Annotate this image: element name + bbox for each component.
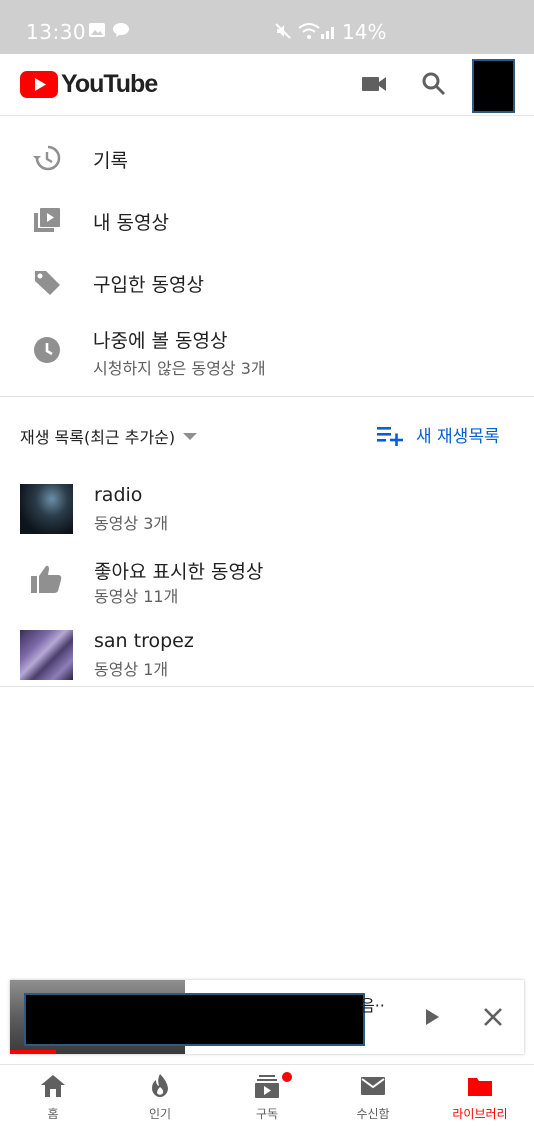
playlist-item-san-tropez[interactable]: san tropez 동영상 1개 [0,626,534,686]
playlist-thumbnail [20,630,73,680]
account-avatar[interactable] [472,59,515,113]
tab-subscriptions[interactable]: 구독 [214,1065,320,1126]
section-divider [0,396,534,397]
playlist-count: 동영상 1개 [94,660,169,679]
library-icon [468,1078,492,1096]
wifi-icon [298,23,320,39]
tab-trending[interactable]: 인기 [107,1065,213,1126]
my-videos-icon [34,208,60,232]
mute-icon [275,23,291,39]
signal-icon [321,27,334,39]
menu-item-history[interactable]: 기록 [0,128,534,190]
history-icon [33,145,61,171]
playlist-title: radio [94,484,143,506]
gallery-icon [89,23,105,37]
chat-icon [113,23,129,37]
tab-label: 홈 [47,1107,59,1121]
play-icon[interactable] [418,1004,444,1030]
miniplayer[interactable]: 음·· [10,980,524,1054]
miniplayer-title: 음·· [360,996,385,1015]
miniplayer-progress-bar [10,1050,57,1054]
thumbs-up-icon [31,565,62,593]
menu-label: 구입한 동영상 [93,274,204,296]
playlist-title: san tropez [94,630,194,652]
camera-icon[interactable] [358,68,390,100]
miniplayer-redacted-title [24,993,365,1046]
sort-label: 재생 목록(최근 추가순) [20,428,176,447]
search-icon[interactable] [418,68,450,100]
menu-sublabel: 시청하지 않은 동영상 3개 [93,359,266,378]
tab-label: 인기 [148,1107,172,1121]
trending-icon [152,1074,168,1097]
inbox-icon [361,1077,385,1095]
youtube-play-logo-icon [20,71,58,98]
playlist-item-radio[interactable]: radio 동영상 3개 [0,480,534,540]
bottom-nav: 홈 인기 구독 수신함 라이브러리 [0,1064,534,1126]
new-playlist-label: 새 재생목록 [416,427,500,447]
close-icon[interactable] [480,1004,506,1030]
home-icon [41,1075,65,1097]
status-time: 13:30 [26,20,87,44]
logo-text: YouTube [61,70,158,98]
tab-inbox[interactable]: 수신함 [320,1065,426,1126]
playlist-count: 동영상 11개 [94,587,179,606]
playlist-item-liked[interactable]: 좋아요 표시한 동영상 동영상 11개 [0,553,534,613]
tag-icon [35,271,60,295]
playlist-thumbnail [20,484,73,534]
youtube-logo[interactable]: YouTube [20,70,158,99]
battery-level: 14% [342,20,387,44]
caret-down-icon [183,432,198,440]
status-bar: 13:30 14% [0,0,534,54]
menu-label: 기록 [93,150,128,172]
notification-dot [282,1072,292,1082]
menu-item-watch-later[interactable]: 나중에 볼 동영상 시청하지 않은 동영상 3개 [0,320,534,382]
playlist-title: 좋아요 표시한 동영상 [94,561,264,583]
playlist-sort-dropdown[interactable]: 재생 목록(최근 추가순) [20,424,198,448]
playlist-add-icon [377,426,403,446]
tab-label: 수신함 [356,1107,390,1121]
subscriptions-icon [255,1075,279,1098]
section-divider [0,686,534,687]
tab-home[interactable]: 홈 [0,1065,106,1126]
new-playlist-button[interactable]: 새 재생목록 [376,422,500,447]
app-header: YouTube [0,54,534,116]
playlist-count: 동영상 3개 [94,514,169,533]
tab-label: 라이브러리 [452,1107,508,1121]
menu-label: 내 동영상 [93,212,169,234]
menu-item-my-videos[interactable]: 내 동영상 [0,190,534,252]
tab-label: 구독 [255,1107,279,1121]
menu-item-purchases[interactable]: 구입한 동영상 [0,252,534,314]
tab-library[interactable]: 라이브러리 [427,1065,533,1126]
clock-icon [34,337,60,363]
menu-label: 나중에 볼 동영상 [93,330,228,352]
